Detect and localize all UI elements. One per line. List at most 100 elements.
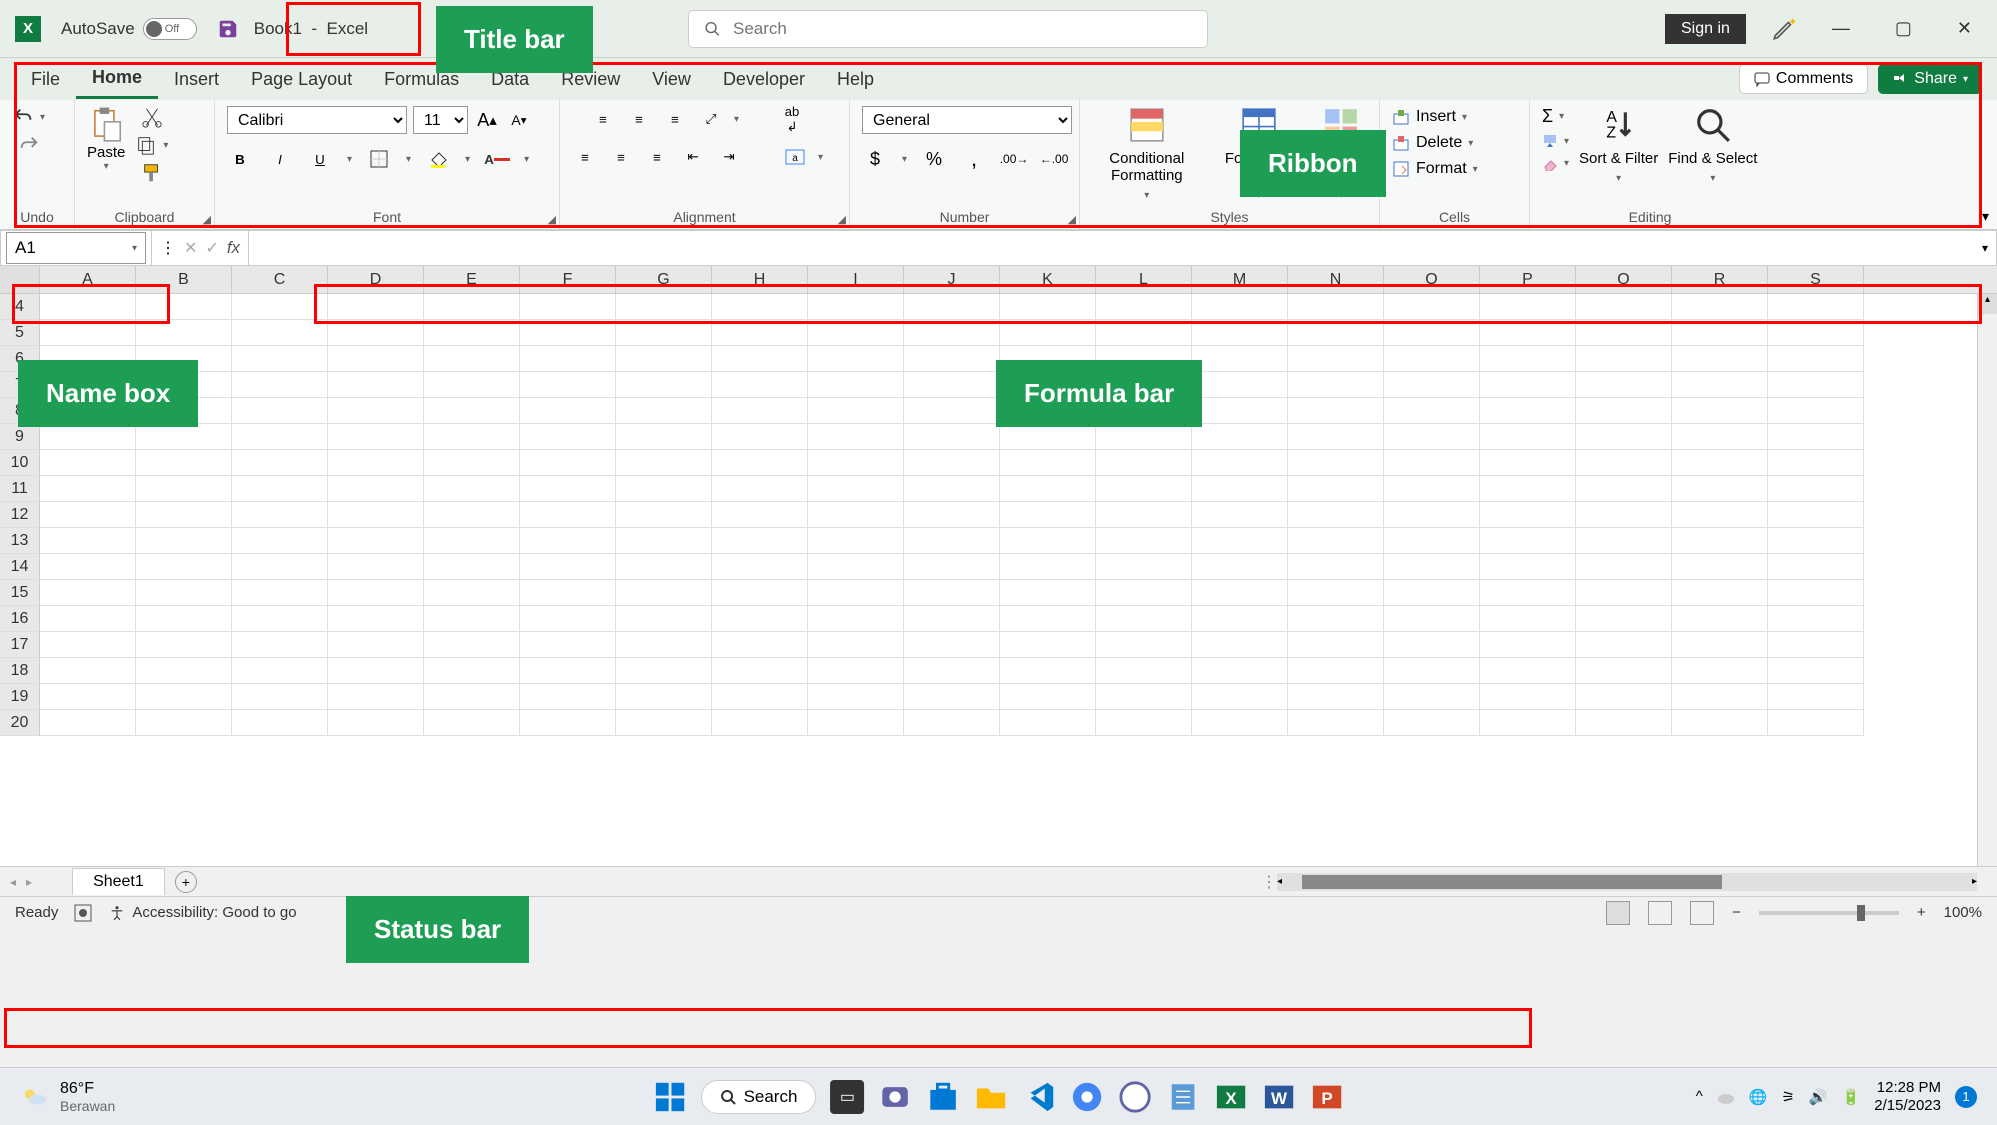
cell[interactable]	[1672, 658, 1768, 684]
cell[interactable]	[1480, 294, 1576, 320]
cell[interactable]	[712, 346, 808, 372]
cell[interactable]	[328, 320, 424, 346]
cell[interactable]	[1192, 476, 1288, 502]
cell[interactable]	[616, 684, 712, 710]
column-header[interactable]: E	[424, 266, 520, 293]
tab-data[interactable]: Data	[475, 61, 545, 98]
row-header[interactable]: 11	[0, 476, 40, 502]
cell[interactable]	[1000, 450, 1096, 476]
cell[interactable]	[1672, 580, 1768, 606]
collapse-ribbon-button[interactable]: ▾	[1982, 208, 1989, 225]
sheet-tab-sheet1[interactable]: Sheet1	[72, 868, 165, 895]
cell[interactable]	[232, 684, 328, 710]
column-header[interactable]: D	[328, 266, 424, 293]
cell[interactable]	[232, 606, 328, 632]
cell[interactable]	[328, 632, 424, 658]
tab-formulas[interactable]: Formulas	[368, 61, 475, 98]
cell[interactable]	[424, 710, 520, 736]
column-header[interactable]: R	[1672, 266, 1768, 293]
cell[interactable]	[1768, 528, 1864, 554]
signin-button[interactable]: Sign in	[1665, 14, 1746, 44]
cell[interactable]	[136, 398, 232, 424]
cell[interactable]	[520, 580, 616, 606]
start-button[interactable]	[653, 1080, 687, 1114]
cell[interactable]	[136, 346, 232, 372]
cell[interactable]	[40, 294, 136, 320]
cell[interactable]	[1192, 658, 1288, 684]
cell[interactable]	[40, 502, 136, 528]
cell[interactable]	[904, 320, 1000, 346]
comments-button[interactable]: Comments	[1739, 64, 1868, 94]
number-launcher[interactable]: ◢	[1068, 213, 1076, 226]
zoom-out-button[interactable]: −	[1732, 904, 1741, 921]
column-header[interactable]: G	[616, 266, 712, 293]
cell[interactable]	[424, 554, 520, 580]
cell[interactable]	[616, 580, 712, 606]
cut-icon[interactable]	[141, 106, 163, 128]
cell[interactable]	[1384, 320, 1480, 346]
cell[interactable]	[616, 632, 712, 658]
cell[interactable]	[1192, 450, 1288, 476]
expand-formula-bar-button[interactable]: ▾	[1974, 241, 1996, 255]
cell[interactable]	[1288, 554, 1384, 580]
cell[interactable]	[1768, 684, 1864, 710]
cell[interactable]	[424, 450, 520, 476]
search-box[interactable]	[688, 10, 1208, 48]
cell[interactable]	[136, 320, 232, 346]
cell[interactable]	[904, 346, 1000, 372]
store-icon[interactable]	[926, 1080, 960, 1114]
cell[interactable]	[424, 320, 520, 346]
notification-badge[interactable]: 1	[1955, 1086, 1977, 1108]
cell[interactable]	[1000, 372, 1096, 398]
cell[interactable]	[1480, 346, 1576, 372]
cell[interactable]	[40, 632, 136, 658]
cell[interactable]	[904, 398, 1000, 424]
tab-page-layout[interactable]: Page Layout	[235, 61, 368, 98]
cell[interactable]	[1480, 424, 1576, 450]
cell[interactable]	[1384, 710, 1480, 736]
cell[interactable]	[40, 424, 136, 450]
close-button[interactable]: ✕	[1947, 13, 1982, 44]
cell[interactable]	[1192, 684, 1288, 710]
align-top-button[interactable]: ≡	[590, 106, 616, 132]
cell[interactable]	[1000, 684, 1096, 710]
cell[interactable]	[712, 710, 808, 736]
cell[interactable]	[328, 684, 424, 710]
cell[interactable]	[1288, 398, 1384, 424]
cell[interactable]	[712, 476, 808, 502]
cell[interactable]	[1672, 684, 1768, 710]
column-header[interactable]: J	[904, 266, 1000, 293]
cell[interactable]	[328, 710, 424, 736]
cell[interactable]	[232, 554, 328, 580]
cell[interactable]	[1096, 554, 1192, 580]
cell[interactable]	[1480, 450, 1576, 476]
cell[interactable]	[1192, 580, 1288, 606]
cell[interactable]	[136, 372, 232, 398]
cell[interactable]	[616, 424, 712, 450]
cell[interactable]	[1000, 632, 1096, 658]
cell[interactable]	[616, 398, 712, 424]
cell[interactable]	[424, 372, 520, 398]
cell[interactable]	[40, 476, 136, 502]
tab-view[interactable]: View	[636, 61, 707, 98]
cell[interactable]	[232, 710, 328, 736]
bold-button[interactable]: B	[227, 146, 253, 172]
cell[interactable]	[328, 580, 424, 606]
tab-review[interactable]: Review	[545, 61, 636, 98]
word-taskbar-icon[interactable]: W	[1262, 1080, 1296, 1114]
scroll-right-icon[interactable]: ▸	[1972, 876, 1977, 887]
cell[interactable]	[520, 398, 616, 424]
cell[interactable]	[1000, 710, 1096, 736]
cell[interactable]	[808, 294, 904, 320]
row-header[interactable]: 8	[0, 398, 40, 424]
increase-indent-button[interactable]: ⇥	[716, 144, 742, 170]
currency-button[interactable]: $	[862, 146, 888, 172]
cell[interactable]	[1576, 346, 1672, 372]
cell[interactable]	[904, 372, 1000, 398]
volume-icon[interactable]: 🔊	[1809, 1088, 1828, 1106]
cell[interactable]	[904, 450, 1000, 476]
macro-rec-icon[interactable]	[73, 903, 93, 923]
cell[interactable]	[616, 528, 712, 554]
cell[interactable]	[1768, 502, 1864, 528]
cell[interactable]	[1576, 398, 1672, 424]
